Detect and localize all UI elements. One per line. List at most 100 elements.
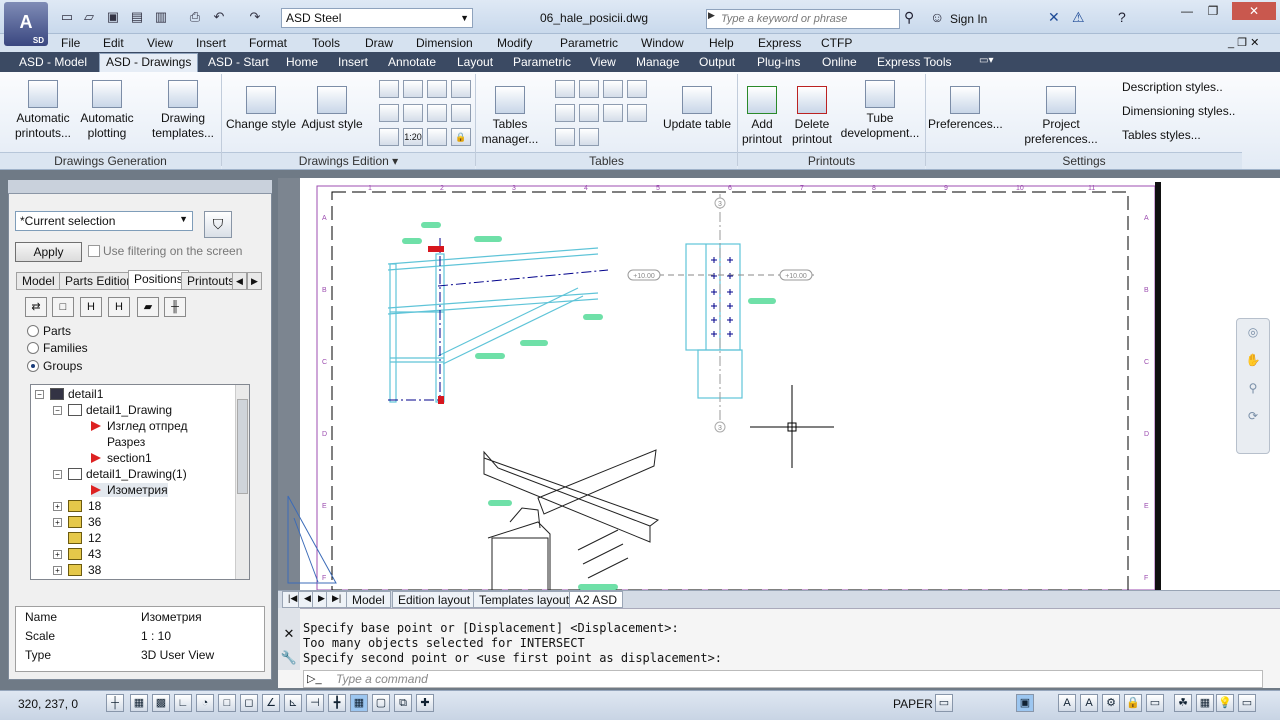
table-tool-icon[interactable] bbox=[579, 80, 599, 98]
plate-icon[interactable]: □ bbox=[52, 297, 74, 317]
tab-insert[interactable]: Insert bbox=[338, 55, 368, 69]
application-menu-button[interactable]: A SD bbox=[4, 2, 48, 46]
property-value[interactable]: 1 : 10 bbox=[141, 629, 171, 643]
part-icon[interactable]: ▰ bbox=[137, 297, 159, 317]
last-tab-icon[interactable]: ▶| bbox=[326, 591, 348, 608]
ortho-icon[interactable]: ∟ bbox=[174, 694, 192, 712]
tab-model[interactable]: Model bbox=[16, 272, 61, 290]
open-icon[interactable]: ▱ bbox=[80, 8, 98, 26]
dimension-tool-icon[interactable] bbox=[427, 128, 447, 146]
dimension-tool-icon[interactable] bbox=[403, 80, 423, 98]
table-tool-icon[interactable] bbox=[627, 104, 647, 122]
tree-node-view[interactable]: Разрез bbox=[91, 435, 145, 449]
tab-model-layout[interactable]: Model bbox=[346, 591, 391, 608]
annotation-scale-icon[interactable]: A bbox=[1058, 694, 1076, 712]
restore-icon[interactable]: ❐ bbox=[1200, 2, 1226, 20]
osnap-icon[interactable]: □ bbox=[218, 694, 236, 712]
table-tool-icon[interactable] bbox=[627, 80, 647, 98]
tree-node-group[interactable]: +38 bbox=[53, 563, 101, 577]
filter-icon[interactable]: ⛉ bbox=[204, 211, 232, 238]
tab-positions[interactable]: Positions bbox=[128, 270, 189, 290]
annotation-visibility-icon[interactable]: A bbox=[1080, 694, 1098, 712]
annotation-monitor-icon[interactable]: ✚ bbox=[416, 694, 434, 712]
filter-on-screen-checkbox[interactable]: Use filtering on the screen bbox=[88, 244, 242, 258]
tab-edition-layout[interactable]: Edition layout bbox=[392, 591, 477, 608]
tab-output[interactable]: Output bbox=[699, 55, 735, 69]
table-tool-icon[interactable] bbox=[555, 128, 575, 146]
ribbon-toggle-icon[interactable]: ▭▾ bbox=[979, 55, 993, 66]
expand-icon[interactable]: + bbox=[53, 566, 62, 575]
tree-node-group[interactable]: 12 bbox=[53, 531, 101, 545]
menu-tools[interactable]: Tools bbox=[312, 36, 340, 50]
menu-draw[interactable]: Draw bbox=[365, 36, 393, 50]
table-tool-icon[interactable] bbox=[579, 104, 599, 122]
steering-wheel-icon[interactable]: ◎ bbox=[1243, 325, 1263, 347]
hardware-acceleration-icon[interactable]: ▭ bbox=[1146, 694, 1164, 712]
isolate-objects-icon[interactable]: ☘ bbox=[1174, 694, 1192, 712]
help-icon[interactable]: ? bbox=[1118, 9, 1126, 25]
infer-constraints-icon[interactable]: ┼ bbox=[106, 694, 124, 712]
description-styles-button[interactable]: Description styles.. bbox=[1122, 80, 1223, 94]
tab-manage[interactable]: Manage bbox=[636, 55, 679, 69]
menu-format[interactable]: Format bbox=[249, 36, 287, 50]
command-input[interactable]: Type a command bbox=[303, 670, 1263, 688]
tab-online[interactable]: Online bbox=[822, 55, 857, 69]
drawing-templates-button[interactable]: Drawing templates... bbox=[150, 80, 216, 141]
3d-osnap-icon[interactable]: ◻ bbox=[240, 694, 258, 712]
menu-help[interactable]: Help bbox=[709, 36, 734, 50]
menu-view[interactable]: View bbox=[147, 36, 173, 50]
tab-asd-start[interactable]: ASD - Start bbox=[208, 55, 269, 69]
grid-icon[interactable]: ▩ bbox=[152, 694, 170, 712]
panel-title[interactable]: Drawings Edition ▾ bbox=[222, 152, 475, 169]
dyn-icon[interactable]: ⊣ bbox=[306, 694, 324, 712]
delete-printout-button[interactable]: Delete printout bbox=[788, 86, 836, 147]
tree-node-drawing[interactable]: − detail1_Drawing bbox=[53, 403, 172, 417]
automatic-plotting-button[interactable]: Automatic plotting bbox=[76, 80, 138, 141]
group-icon[interactable]: ╫ bbox=[164, 297, 186, 317]
exchange-icon[interactable]: ✕ bbox=[1048, 9, 1060, 26]
drawing-canvas[interactable]: A A B B C C D D E E F F 1 2 3 4 5 6 7 8 9 10 11 +10.00 +10.00… bbox=[278, 178, 1280, 592]
menu-ctfp[interactable]: CTFP bbox=[821, 36, 852, 50]
new-icon[interactable]: ▭ bbox=[58, 8, 76, 26]
dimension-tool-icon[interactable] bbox=[427, 104, 447, 122]
tree-node-view-selected[interactable]: Изометрия bbox=[91, 483, 168, 497]
tables-manager-button[interactable]: Tables manager... bbox=[478, 86, 542, 147]
apply-button[interactable]: Apply bbox=[15, 242, 82, 262]
tree-node-group[interactable]: +18 bbox=[53, 499, 101, 513]
undo-icon[interactable]: ↶ bbox=[210, 8, 228, 26]
selection-dropdown[interactable]: *Current selection ▼ bbox=[15, 211, 193, 231]
tree-scrollbar[interactable] bbox=[235, 385, 249, 579]
workspace-switch-icon[interactable]: ⚙ bbox=[1102, 694, 1120, 712]
expand-arrow-icon[interactable]: ▶ bbox=[708, 10, 715, 21]
viewport-icon[interactable]: ▣ bbox=[1016, 694, 1034, 712]
dimensioning-styles-button[interactable]: Dimensioning styles.. bbox=[1122, 104, 1235, 118]
table-tool-icon[interactable] bbox=[555, 104, 575, 122]
dimension-tool-icon[interactable] bbox=[451, 104, 471, 122]
expand-icon[interactable]: + bbox=[53, 550, 62, 559]
menu-edit[interactable]: Edit bbox=[103, 36, 124, 50]
minimize-icon[interactable]: — bbox=[1174, 2, 1200, 20]
radio-families[interactable]: Families bbox=[27, 341, 88, 355]
lock-icon[interactable]: 🔒 bbox=[1124, 694, 1142, 712]
lock-icon[interactable]: 🔒 bbox=[451, 128, 471, 146]
palette-header[interactable] bbox=[8, 180, 272, 194]
menu-window[interactable]: Window bbox=[641, 36, 684, 50]
otrack-icon[interactable]: ∠ bbox=[262, 694, 280, 712]
orbit-icon[interactable]: ⟳ bbox=[1243, 409, 1263, 431]
saveas-icon[interactable]: ▤ bbox=[128, 8, 146, 26]
tab-a2-asd[interactable]: A2 ASD bbox=[569, 591, 624, 608]
tab-express-tools[interactable]: Express Tools bbox=[877, 55, 951, 69]
sign-in-link[interactable]: Sign In bbox=[950, 12, 987, 26]
coordinate-readout[interactable]: 320, 237, 0 bbox=[18, 697, 78, 711]
clean-screen-icon[interactable]: ▭ bbox=[1238, 694, 1256, 712]
dimension-tool-icon[interactable] bbox=[451, 80, 471, 98]
dimension-tool-icon[interactable] bbox=[379, 80, 399, 98]
tab-plugins[interactable]: Plug-ins bbox=[757, 55, 800, 69]
tab-scroll-right-icon[interactable]: ▶ bbox=[247, 272, 262, 290]
table-tool-icon[interactable] bbox=[603, 80, 623, 98]
table-tool-icon[interactable] bbox=[603, 104, 623, 122]
table-tool-icon[interactable] bbox=[555, 80, 575, 98]
zoom-icon[interactable]: ⚲ bbox=[1243, 381, 1263, 403]
user-icon[interactable]: ☺ bbox=[930, 9, 944, 25]
radio-parts[interactable]: Parts bbox=[27, 324, 71, 338]
